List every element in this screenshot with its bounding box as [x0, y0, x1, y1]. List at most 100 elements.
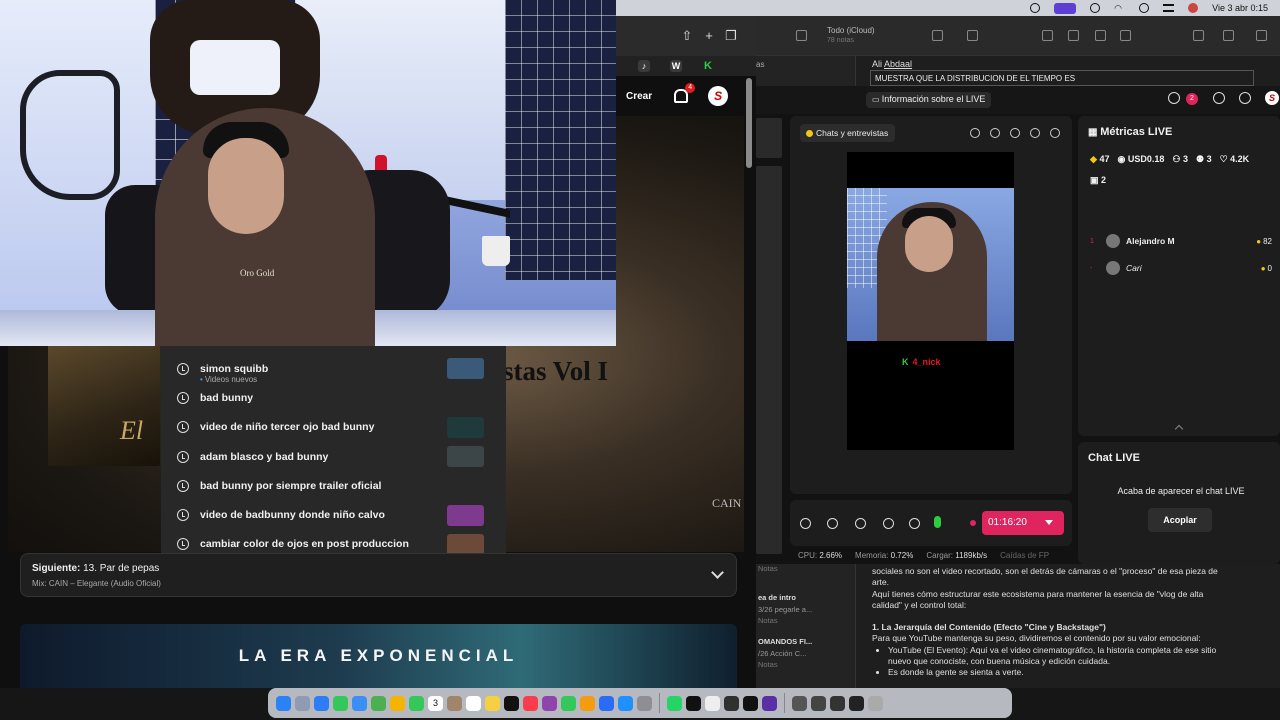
dock-capcut-icon[interactable]: [686, 695, 701, 711]
bell-icon[interactable]: [1168, 92, 1180, 104]
layout-icon[interactable]: [855, 518, 866, 529]
wifi-icon[interactable]: ◠: [1114, 3, 1125, 13]
dock-reminders-icon[interactable]: [466, 695, 481, 711]
wand-icon[interactable]: [827, 518, 838, 529]
note-table-cell[interactable]: MUESTRA QUE LA DISTRIBUCION DE EL TIEMPO…: [870, 70, 1254, 86]
dock-photos-icon[interactable]: [390, 695, 405, 711]
up-next-card[interactable]: Siguiente: 13. Par de pepas Mix: CAIN – …: [20, 553, 737, 597]
account-avatar[interactable]: S: [708, 86, 729, 106]
new-tab-icon[interactable]: +: [702, 29, 716, 43]
dock-contacts-icon[interactable]: [447, 695, 462, 711]
dock-pages-icon[interactable]: [580, 695, 595, 711]
search-icon[interactable]: [1256, 30, 1267, 41]
live-info-button[interactable]: Información sobre el LIVE: [866, 92, 992, 108]
scrollbar[interactable]: [746, 78, 752, 168]
pin-icon[interactable]: [970, 128, 980, 138]
suggestion-item[interactable]: simon squibbVideos nuevos: [161, 354, 506, 384]
dock-obs-icon[interactable]: [724, 695, 739, 711]
notifications-bell-icon[interactable]: 4: [674, 83, 696, 103]
sliders-icon[interactable]: [883, 518, 894, 529]
dock-chat-button[interactable]: Acoplar: [1148, 508, 1212, 532]
dock-safari-icon[interactable]: [314, 695, 329, 711]
phone-icon[interactable]: [1030, 128, 1040, 138]
volume-icon[interactable]: [909, 518, 920, 529]
dock-whatsapp-icon[interactable]: [667, 695, 682, 711]
compose-icon[interactable]: [967, 30, 978, 41]
top-viewer-row[interactable]: 1 Alejandro M 82: [1090, 232, 1272, 250]
dock-facetime-icon[interactable]: [409, 695, 424, 711]
sidebar-toggle-icon[interactable]: [796, 30, 807, 41]
home-icon[interactable]: [1239, 92, 1251, 104]
lock-icon[interactable]: [1223, 30, 1234, 41]
dock-numbers-icon[interactable]: [561, 695, 576, 711]
format-icon[interactable]: [1042, 30, 1053, 41]
effects-icon[interactable]: [1010, 128, 1020, 138]
dock-appletv-icon[interactable]: [504, 695, 519, 711]
suggestion-thumbnail[interactable]: [447, 504, 484, 526]
tab-overview-icon[interactable]: ❐: [724, 29, 738, 43]
dock-notes-icon[interactable]: [485, 695, 500, 711]
dock-settings-icon[interactable]: [637, 695, 652, 711]
control-center-icon[interactable]: [1163, 4, 1175, 12]
live-account-avatar[interactable]: S: [1265, 91, 1279, 105]
suggestion-thumbnail[interactable]: [447, 416, 484, 438]
menubar-datetime[interactable]: Vie 3 abr 0:15: [1212, 3, 1268, 13]
note-list-item[interactable]: ea de intro 3/26 pegarle a... Notas: [756, 593, 856, 625]
left-panel-block[interactable]: [756, 166, 782, 554]
dock-mail-icon[interactable]: [352, 695, 367, 711]
share-icon[interactable]: ⇧: [680, 29, 694, 43]
top-viewer-row[interactable]: - Cari 0: [1090, 259, 1272, 277]
dock-screen2-icon[interactable]: [811, 695, 826, 711]
help-icon[interactable]: [1213, 92, 1225, 104]
dock-screen3-icon[interactable]: [830, 695, 845, 711]
create-button[interactable]: Crear: [626, 91, 652, 102]
dock-tiktok-icon[interactable]: [743, 695, 758, 711]
suggestion-item[interactable]: bad bunny: [161, 383, 506, 412]
suggestion-item[interactable]: bad bunny por siempre trailer oficial: [161, 471, 506, 500]
left-panel-block[interactable]: [756, 118, 782, 158]
channel-banner[interactable]: LA ERA EXPONENCIAL: [20, 624, 737, 688]
attachment-icon[interactable]: [1120, 30, 1131, 41]
microphone-icon[interactable]: [934, 516, 941, 528]
suggestion-item[interactable]: adam blasco y bad bunny: [161, 442, 506, 471]
checklist-icon[interactable]: [1068, 30, 1079, 41]
dock-calendar-icon[interactable]: 3: [428, 695, 443, 711]
live-timer-button[interactable]: 01:16:20: [982, 511, 1064, 535]
accessibility-icon[interactable]: [1030, 3, 1041, 13]
dock-podcasts-icon[interactable]: [542, 695, 557, 711]
dock-launchpad-icon[interactable]: [295, 695, 310, 711]
dock-finder-icon[interactable]: [276, 695, 291, 711]
suggestion-thumbnail[interactable]: [447, 533, 484, 555]
spotlight-icon[interactable]: [1139, 3, 1150, 13]
record-icon[interactable]: [990, 128, 1000, 138]
notes-sidebar-folder[interactable]: as: [756, 60, 764, 69]
dock-screen1-icon[interactable]: [792, 695, 807, 711]
bookmark-w-icon[interactable]: W: [670, 60, 682, 72]
dock-maps-icon[interactable]: [371, 695, 386, 711]
user-avatar-icon[interactable]: [1188, 3, 1199, 13]
table-icon[interactable]: [1095, 30, 1106, 41]
note-list-item[interactable]: OMANDOS FI... /26 Acción C... Notas: [756, 637, 856, 669]
suggestion-item[interactable]: video de niño tercer ojo bad bunny: [161, 413, 506, 442]
dock-chrome-icon[interactable]: [705, 695, 720, 711]
bookmark-kick-icon[interactable]: K: [702, 60, 714, 72]
more-icon[interactable]: [932, 30, 943, 41]
suggestion-thumbnail[interactable]: [447, 358, 484, 380]
suggestion-item[interactable]: video de badbunny donde niño calvo: [161, 500, 506, 529]
dock-messages-icon[interactable]: [333, 695, 348, 711]
suggestion-thumbnail[interactable]: [447, 446, 484, 468]
screen-recording-indicator[interactable]: [1054, 2, 1077, 14]
play-icon[interactable]: [1090, 3, 1101, 13]
scene-chip[interactable]: Chats y entrevistas: [800, 124, 896, 142]
share-icon[interactable]: [1193, 30, 1204, 41]
dock-appstore-icon[interactable]: [618, 695, 633, 711]
collapse-icon[interactable]: [1174, 424, 1184, 434]
bookmark-tiktok-icon[interactable]: ♪: [638, 60, 650, 72]
dock-trash-icon[interactable]: [868, 695, 883, 711]
dock-vpn-icon[interactable]: [762, 695, 777, 711]
dock-music-icon[interactable]: [523, 695, 538, 711]
dock-screen4-icon[interactable]: [849, 695, 864, 711]
dock-keynote-icon[interactable]: [599, 695, 614, 711]
note-editor-body[interactable]: sociales no son el video recortado, son …: [856, 566, 1280, 688]
share-icon[interactable]: [1050, 128, 1060, 138]
